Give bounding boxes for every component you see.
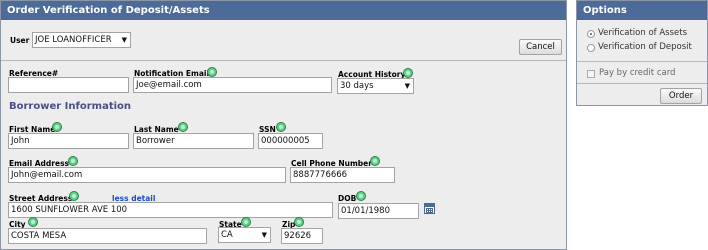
email-address-input[interactable]: John@email.com: [8, 167, 286, 183]
divider: [577, 83, 707, 84]
user-select[interactable]: JOE LOANOFFICER ▼: [32, 32, 131, 48]
ssn-input[interactable]: 000000005: [258, 133, 323, 149]
help-icon[interactable]: [207, 67, 217, 77]
divider: [577, 61, 707, 62]
options-panel: Options Verification of Assets Verificat…: [576, 0, 708, 106]
user-label: User: [10, 36, 30, 45]
state-select[interactable]: CA ▼: [218, 227, 271, 243]
help-icon[interactable]: [69, 191, 79, 201]
help-icon[interactable]: [403, 68, 413, 78]
pay-by-credit-card-label[interactable]: Pay by credit card: [599, 68, 675, 78]
chevron-down-icon: ▼: [121, 36, 127, 44]
verification-of-deposit-label[interactable]: Verification of Deposit: [598, 42, 692, 52]
help-icon[interactable]: [241, 217, 251, 227]
city-input[interactable]: COSTA MESA: [8, 228, 207, 244]
chevron-down-icon: ▼: [404, 82, 410, 90]
help-icon[interactable]: [178, 122, 188, 132]
order-verification-panel: Order Verification of Deposit/Assets Use…: [0, 0, 567, 250]
cancel-button[interactable]: Cancel: [519, 39, 562, 55]
notification-email-input[interactable]: Joe@email.com: [133, 77, 332, 93]
borrower-section-title: Borrower Information: [9, 101, 132, 112]
options-title: Options: [577, 1, 707, 20]
help-icon[interactable]: [28, 217, 38, 227]
help-icon[interactable]: [294, 217, 304, 227]
cell-phone-input[interactable]: 8887776666: [290, 167, 395, 183]
help-icon[interactable]: [52, 122, 62, 132]
account-history-value: 30 days: [340, 81, 374, 91]
chevron-down-icon: ▼: [261, 231, 267, 239]
verification-of-assets-radio[interactable]: [587, 30, 595, 38]
help-icon[interactable]: [68, 156, 78, 166]
zip-input[interactable]: 92626: [281, 228, 323, 244]
street-address-input[interactable]: 1600 SUNFLOWER AVE 100: [8, 202, 333, 218]
panel-title: Order Verification of Deposit/Assets: [1, 1, 566, 20]
reference-input[interactable]: [8, 77, 129, 93]
help-icon[interactable]: [356, 191, 366, 201]
first-name-input[interactable]: John: [8, 133, 129, 149]
dob-label: DOB: [338, 194, 357, 203]
account-history-select[interactable]: 30 days ▼: [337, 78, 414, 94]
help-icon[interactable]: [370, 156, 380, 166]
divider: [1, 60, 566, 61]
state-select-value: CA: [221, 230, 233, 240]
user-select-value: JOE LOANOFFICER: [35, 35, 112, 45]
dob-input[interactable]: 01/01/1980: [338, 203, 419, 219]
calendar-icon[interactable]: [424, 203, 435, 214]
verification-of-deposit-radio[interactable]: [587, 44, 595, 52]
last-name-input[interactable]: Borrower: [133, 133, 254, 149]
pay-by-credit-card-checkbox[interactable]: [587, 70, 595, 78]
order-button[interactable]: Order: [660, 88, 702, 104]
verification-of-assets-label[interactable]: Verification of Assets: [598, 28, 687, 38]
help-icon[interactable]: [276, 122, 286, 132]
